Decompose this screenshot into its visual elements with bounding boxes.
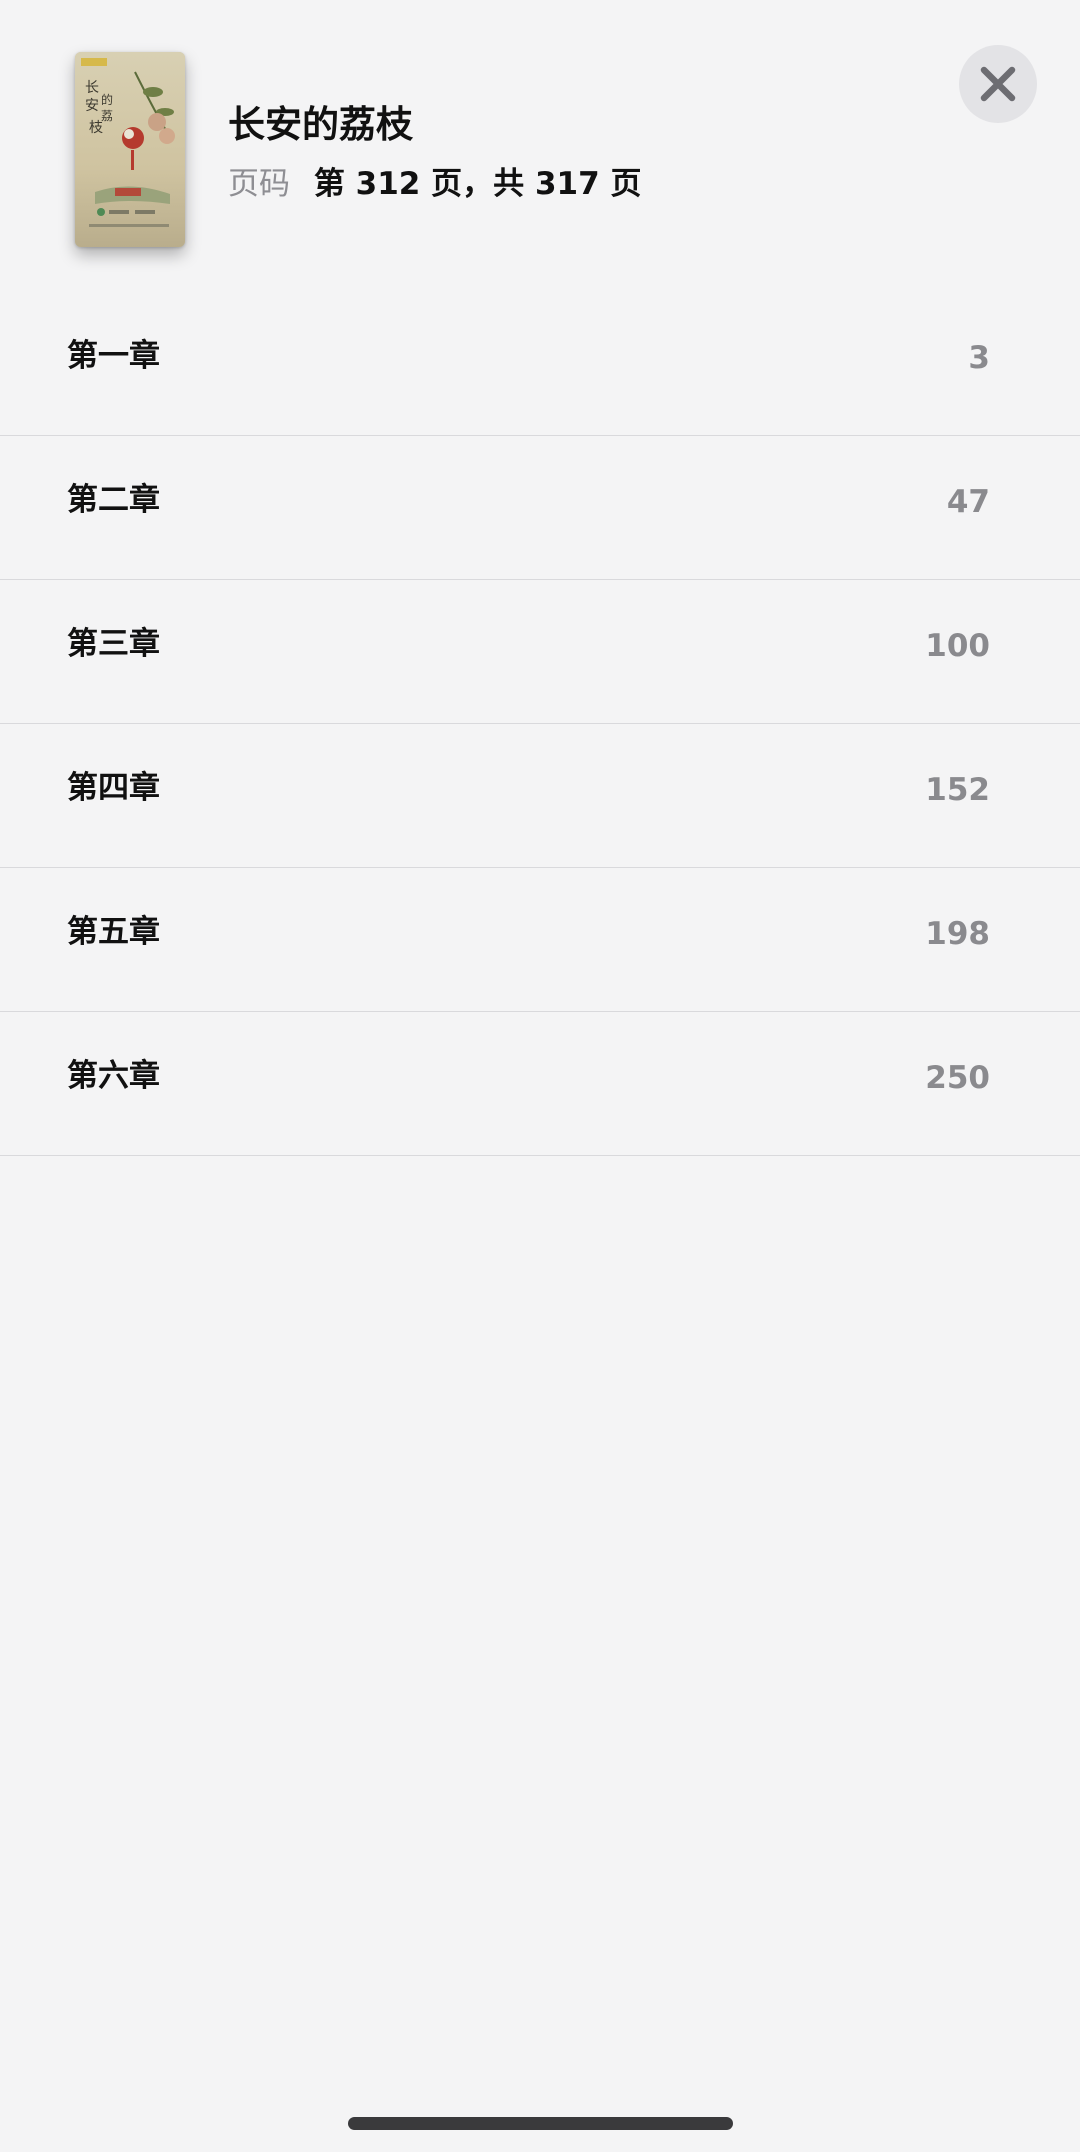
svg-text:枝: 枝 <box>89 120 103 136</box>
close-icon <box>980 66 1016 102</box>
chapter-item[interactable]: 第二章 47 <box>0 436 1080 580</box>
book-cover-image: 长 安 的 荔 枝 <box>75 52 185 247</box>
chapter-list: 第一章 3 第二章 47 第三章 100 第四章 152 第五章 198 第六章… <box>0 292 1080 1156</box>
chapter-page-number: 100 <box>925 628 990 664</box>
book-cover: 长 安 的 荔 枝 <box>75 52 185 247</box>
svg-text:长: 长 <box>85 80 99 96</box>
chapter-item[interactable]: 第五章 198 <box>0 868 1080 1012</box>
chapter-title: 第五章 <box>67 914 160 950</box>
chapter-page-number: 198 <box>925 916 990 952</box>
chapter-title: 第三章 <box>67 626 160 662</box>
table-of-contents-sheet: 长 安 的 荔 枝 长安的荔枝 页码 第 312 页，共 317 页 第一章 3… <box>0 0 1080 2152</box>
page-info: 页码 第 312 页，共 317 页 <box>228 162 641 206</box>
chapter-page-number: 250 <box>925 1060 990 1096</box>
page-value: 第 312 页，共 317 页 <box>313 166 642 202</box>
svg-text:的: 的 <box>101 92 113 107</box>
chapter-page-number: 152 <box>925 772 990 808</box>
chapter-page-number: 3 <box>968 340 990 376</box>
chapter-item[interactable]: 第三章 100 <box>0 580 1080 724</box>
close-button[interactable] <box>959 45 1037 123</box>
book-title: 长安的荔枝 <box>228 103 413 146</box>
chapter-item[interactable]: 第四章 152 <box>0 724 1080 868</box>
chapter-page-number: 47 <box>946 484 990 520</box>
chapter-item[interactable]: 第六章 250 <box>0 1012 1080 1156</box>
page-label: 页码 <box>228 166 290 202</box>
svg-text:安: 安 <box>85 98 99 114</box>
chapter-title: 第六章 <box>67 1058 160 1094</box>
chapter-title: 第四章 <box>67 770 160 806</box>
chapter-item[interactable]: 第一章 3 <box>0 292 1080 436</box>
chapter-title: 第一章 <box>67 338 160 374</box>
home-indicator[interactable] <box>348 2117 733 2130</box>
chapter-title: 第二章 <box>67 482 160 518</box>
